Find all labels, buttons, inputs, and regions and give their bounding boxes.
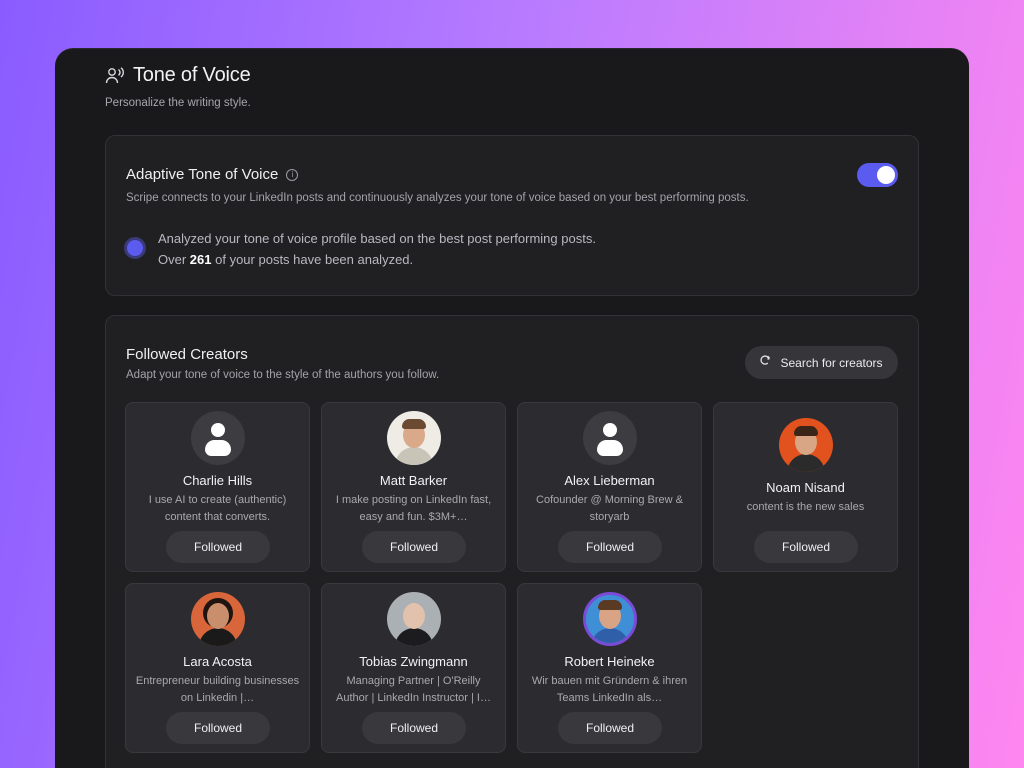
adaptive-tone-description: Scripe connects to your LinkedIn posts a… — [126, 192, 749, 204]
analysis-prefix: Over — [158, 252, 187, 267]
avatar — [778, 418, 833, 472]
avatar — [582, 592, 637, 646]
creator-bio: I use AI to create (authentic) content t… — [148, 494, 287, 523]
creator-name: Matt Barker — [379, 473, 448, 488]
followed-button[interactable]: Followed — [558, 531, 662, 563]
followed-button[interactable]: Followed — [754, 531, 858, 563]
analysis-suffix: of your posts have been analyzed. — [215, 252, 414, 267]
search-creators-button[interactable]: Search for creators — [745, 346, 898, 379]
followed-button[interactable]: Followed — [362, 712, 466, 744]
creator-bio: Cofounder @ Morning Brew & storyarb — [536, 494, 683, 523]
creator-name: Tobias Zwingmann — [359, 654, 468, 669]
adaptive-tone-card: Adaptive Tone of Voice i Scripe connects… — [105, 135, 919, 296]
adaptive-tone-toggle[interactable] — [857, 163, 898, 187]
followed-button[interactable]: Followed — [166, 531, 270, 563]
adaptive-tone-title: Adaptive Tone of Voice — [126, 166, 279, 183]
creator-card-noam-nisand[interactable]: Noam Nisand content is the new sales Fol… — [713, 402, 898, 572]
followed-creators-description: Adapt your tone of voice to the style of… — [126, 369, 440, 381]
creator-bio: Entrepreneur building businesses on Link… — [135, 675, 300, 704]
app-window: Tone of Voice Personalize the writing st… — [55, 48, 969, 768]
page-subtitle: Personalize the writing style. — [105, 97, 251, 109]
creator-name: Alex Lieberman — [564, 473, 655, 488]
creator-card-lara-acosta[interactable]: Lara Acosta Entrepreneur building busine… — [125, 583, 310, 753]
avatar — [386, 411, 441, 465]
followed-button[interactable]: Followed — [166, 712, 270, 744]
analysis-line-1: Analyzed your tone of voice profile base… — [158, 231, 596, 246]
creator-name: Robert Heineke — [564, 654, 655, 669]
analysis-count: 261 — [189, 252, 212, 267]
creator-bio: Managing Partner | O'Reilly Author | Lin… — [336, 675, 491, 704]
page-header: Tone of Voice Personalize the writing st… — [105, 64, 251, 109]
search-creators-label: Search for creators — [780, 355, 883, 370]
followed-button[interactable]: Followed — [362, 531, 466, 563]
creator-card-tobias-zwingmann[interactable]: Tobias Zwingmann Managing Partner | O'Re… — [321, 583, 506, 753]
toggle-knob — [877, 166, 895, 184]
creator-card-charlie-hills[interactable]: Charlie Hills I use AI to create (authen… — [125, 402, 310, 572]
creator-bio: content is the new sales — [746, 501, 865, 513]
default-avatar-icon — [582, 411, 637, 465]
info-icon[interactable]: i — [286, 168, 299, 181]
status-indicator-icon — [124, 237, 146, 259]
creator-bio: I make posting on LinkedIn fast, easy an… — [335, 494, 492, 523]
creators-grid: Charlie Hills I use AI to create (authen… — [125, 402, 899, 753]
search-icon — [760, 355, 772, 370]
analysis-line-2: Over 261 of your posts have been analyze… — [158, 249, 596, 270]
creator-name: Noam Nisand — [766, 480, 845, 495]
default-avatar-icon — [190, 411, 245, 465]
analysis-status: Analyzed your tone of voice profile base… — [124, 228, 596, 270]
page-title: Tone of Voice — [133, 64, 251, 86]
followed-creators-card: Followed Creators Adapt your tone of voi… — [105, 315, 919, 768]
followed-creators-title: Followed Creators — [126, 346, 248, 363]
creator-card-robert-heineke[interactable]: Robert Heineke Wir bauen mit Gründern & … — [517, 583, 702, 753]
avatar — [386, 592, 441, 646]
creator-card-alex-lieberman[interactable]: Alex Lieberman Cofounder @ Morning Brew … — [517, 402, 702, 572]
followed-button[interactable]: Followed — [558, 712, 662, 744]
creator-name: Charlie Hills — [182, 473, 253, 488]
creator-name: Lara Acosta — [183, 654, 252, 669]
avatar — [190, 592, 245, 646]
creator-card-matt-barker[interactable]: Matt Barker I make posting on LinkedIn f… — [321, 402, 506, 572]
creator-bio: Wir bauen mit Gründern & ihren Teams Lin… — [531, 675, 688, 704]
user-voice-icon — [105, 66, 125, 86]
